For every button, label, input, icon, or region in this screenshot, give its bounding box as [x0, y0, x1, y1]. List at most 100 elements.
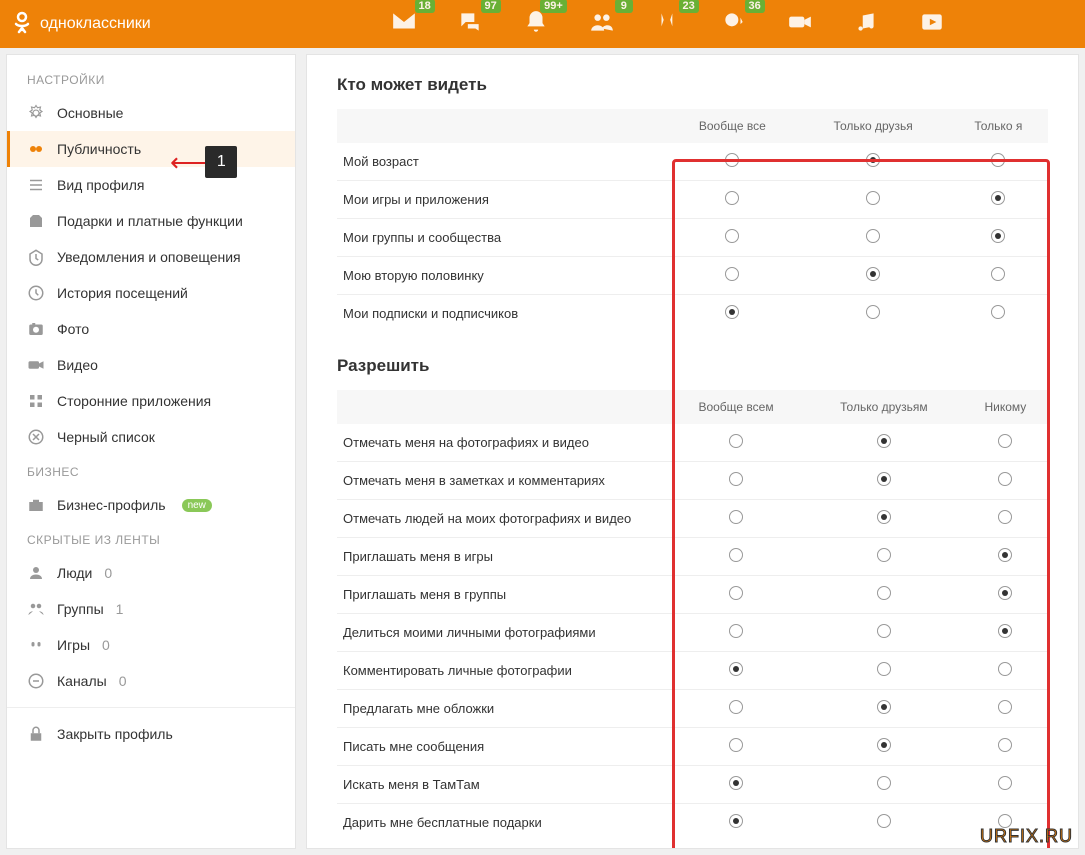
radio-option[interactable] [729, 662, 743, 676]
hidden-item-3[interactable]: Каналы 0 [7, 663, 295, 699]
setting-row: Отмечать людей на моих фотографиях и вид… [337, 500, 1048, 538]
settings-sidebar: НАСТРОЙКИ ОсновныеПубличностьВид профиля… [6, 54, 296, 849]
radio-option[interactable] [991, 191, 1005, 205]
radio-option[interactable] [998, 624, 1012, 638]
radio-option[interactable] [877, 434, 891, 448]
radio-option[interactable] [998, 776, 1012, 790]
hidden-item-2[interactable]: Игры 0 [7, 627, 295, 663]
video-icon[interactable] [787, 9, 813, 40]
music-icon[interactable] [853, 9, 879, 40]
sidebar-item-1[interactable]: Публичность [7, 131, 295, 167]
sidebar-item-2[interactable]: Вид профиля [7, 167, 295, 203]
radio-option[interactable] [729, 548, 743, 562]
hidden-item-0[interactable]: Люди 0 [7, 555, 295, 591]
section-title-allow: Разрешить [337, 356, 1048, 376]
radio-option[interactable] [877, 586, 891, 600]
row-label: Мои подписки и подписчиков [337, 295, 667, 333]
sidebar-item-close-profile[interactable]: Закрыть профиль [7, 716, 295, 752]
setting-row: Дарить мне бесплатные подарки [337, 804, 1048, 842]
hidden-item-1[interactable]: Группы 1 [7, 591, 295, 627]
radio-option[interactable] [725, 305, 739, 319]
radio-option[interactable] [991, 229, 1005, 243]
radio-option[interactable] [998, 472, 1012, 486]
radio-option[interactable] [991, 305, 1005, 319]
radio-option[interactable] [866, 191, 880, 205]
marks-icon[interactable]: 36 [721, 9, 747, 40]
setting-row: Писать мне сообщения [337, 728, 1048, 766]
radio-option[interactable] [725, 267, 739, 281]
radio-option[interactable] [998, 548, 1012, 562]
messages-icon[interactable]: 18 [391, 9, 417, 40]
radio-option[interactable] [725, 229, 739, 243]
hidden-count: 0 [104, 565, 112, 581]
radio-option[interactable] [877, 472, 891, 486]
setting-row: Искать меня в ТамТам [337, 766, 1048, 804]
radio-option[interactable] [866, 305, 880, 319]
row-label: Мои игры и приложения [337, 181, 667, 219]
sidebar-item-4[interactable]: Уведомления и оповещения [7, 239, 295, 275]
radio-option[interactable] [998, 510, 1012, 524]
radio-option[interactable] [998, 662, 1012, 676]
sidebar-item-7[interactable]: Видео [7, 347, 295, 383]
row-label: Отмечать меня на фотографиях и видео [337, 424, 667, 462]
friends-icon[interactable]: 9 [589, 9, 615, 40]
hidden-label: Группы [57, 601, 104, 617]
radio-option[interactable] [877, 776, 891, 790]
radio-option[interactable] [998, 586, 1012, 600]
sidebar-label: Уведомления и оповещения [57, 249, 241, 265]
sidebar-label: Вид профиля [57, 177, 144, 193]
discussions-icon[interactable]: 97 [457, 9, 483, 40]
allow-table: Вообще всемТолько друзьямНикомуОтмечать … [337, 390, 1048, 841]
sidebar-icon-0 [27, 104, 45, 122]
radio-option[interactable] [866, 267, 880, 281]
radio-option[interactable] [998, 434, 1012, 448]
sidebar-item-5[interactable]: История посещений [7, 275, 295, 311]
sidebar-item-6[interactable]: Фото [7, 311, 295, 347]
radio-option[interactable] [998, 738, 1012, 752]
radio-option[interactable] [725, 153, 739, 167]
sidebar-item-8[interactable]: Сторонние приложения [7, 383, 295, 419]
radio-option[interactable] [877, 662, 891, 676]
close-label: Закрыть профиль [57, 726, 173, 742]
radio-option[interactable] [877, 510, 891, 524]
radio-option[interactable] [729, 814, 743, 828]
sidebar-item-0[interactable]: Основные [7, 95, 295, 131]
notifications-icon[interactable]: 99+ [523, 9, 549, 40]
radio-option[interactable] [877, 624, 891, 638]
radio-option[interactable] [729, 776, 743, 790]
row-label: Приглашать меня в игры [337, 538, 667, 576]
radio-option[interactable] [729, 510, 743, 524]
radio-option[interactable] [729, 738, 743, 752]
setting-row: Мой возраст [337, 143, 1048, 181]
radio-option[interactable] [866, 153, 880, 167]
radio-option[interactable] [729, 472, 743, 486]
setting-row: Мои подписки и подписчиков [337, 295, 1048, 333]
events-icon[interactable]: 23 [655, 9, 681, 40]
radio-option[interactable] [729, 434, 743, 448]
row-label: Писать мне сообщения [337, 728, 667, 766]
sidebar-label: Сторонние приложения [57, 393, 211, 409]
radio-option[interactable] [877, 700, 891, 714]
play-icon[interactable] [919, 9, 945, 40]
radio-option[interactable] [998, 700, 1012, 714]
radio-option[interactable] [725, 191, 739, 205]
row-label: Приглашать меня в группы [337, 576, 667, 614]
radio-option[interactable] [729, 586, 743, 600]
hidden-title: СКРЫТЫЕ ИЗ ЛЕНТЫ [7, 523, 295, 555]
col-header: Никому [963, 390, 1048, 424]
radio-option[interactable] [877, 814, 891, 828]
arrow-icon: ⟵ [170, 147, 207, 178]
radio-option[interactable] [991, 267, 1005, 281]
radio-option[interactable] [877, 738, 891, 752]
sidebar-item-9[interactable]: Черный список [7, 419, 295, 455]
messages-badge: 18 [415, 0, 435, 13]
logo[interactable]: одноклассники [10, 10, 151, 39]
sidebar-icon-6 [27, 320, 45, 338]
radio-option[interactable] [991, 153, 1005, 167]
sidebar-item-biz-profile[interactable]: Бизнес-профиль new [7, 487, 295, 523]
radio-option[interactable] [866, 229, 880, 243]
radio-option[interactable] [877, 548, 891, 562]
sidebar-item-3[interactable]: Подарки и платные функции [7, 203, 295, 239]
radio-option[interactable] [729, 624, 743, 638]
radio-option[interactable] [729, 700, 743, 714]
